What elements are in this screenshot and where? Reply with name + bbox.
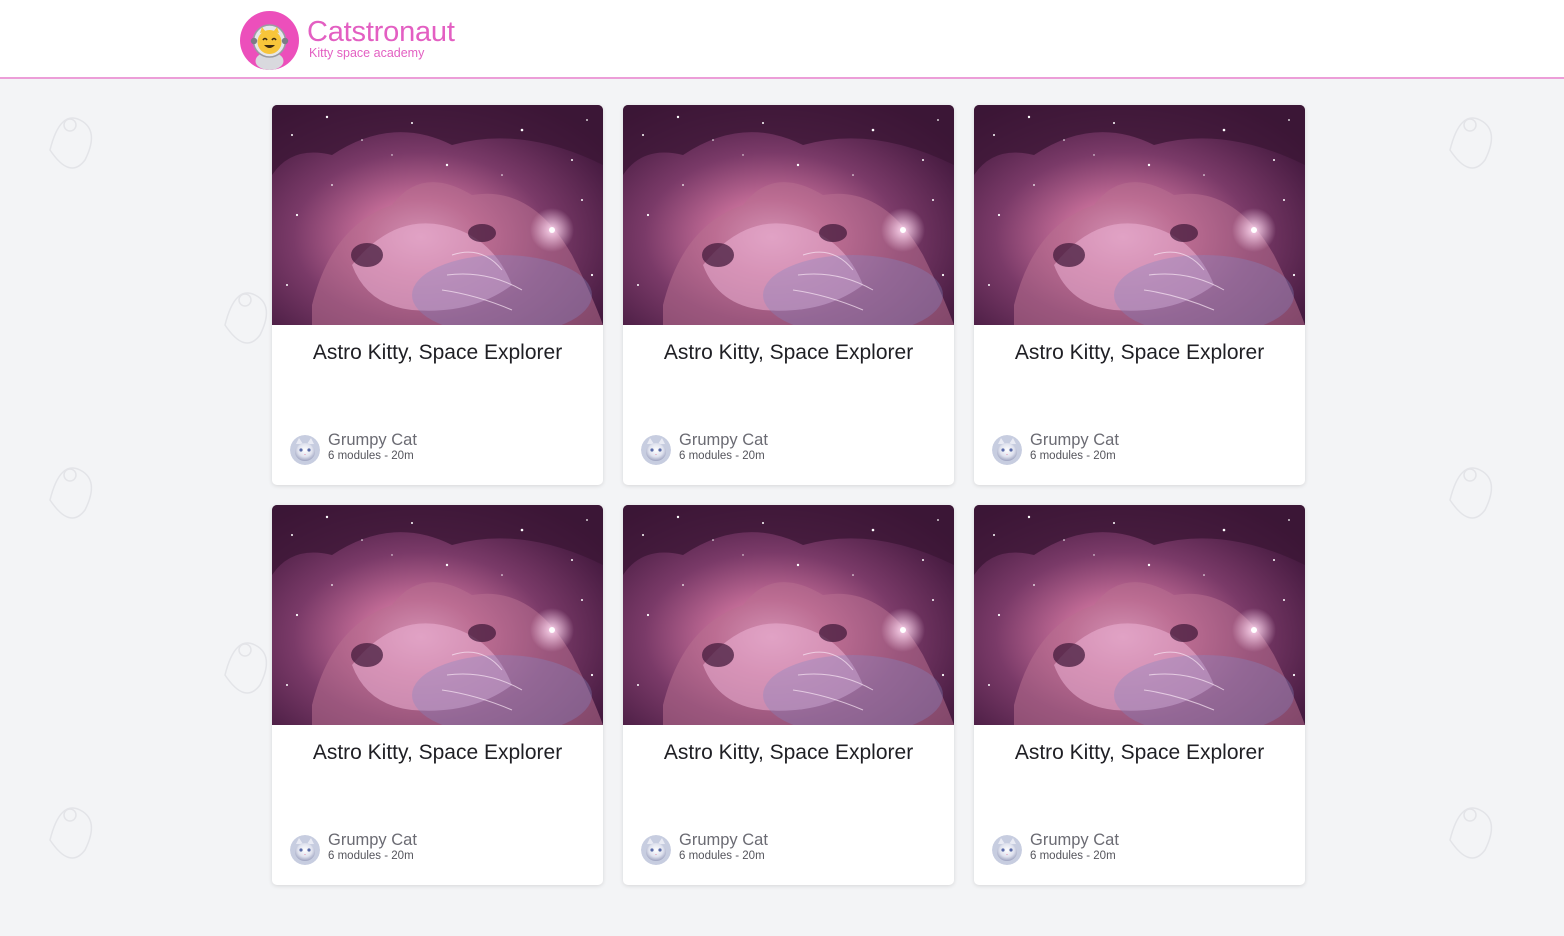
track-title: Astro Kitty, Space Explorer <box>663 341 914 364</box>
author-name: Grumpy Cat <box>679 431 768 449</box>
track-card[interactable]: Astro Kitty, Space Explorer Grumpy Cat 6… <box>623 105 954 485</box>
author-info: Grumpy Cat 6 modules - 20m <box>290 831 417 865</box>
track-thumbnail <box>272 105 603 325</box>
track-thumbnail <box>623 105 954 325</box>
track-card[interactable]: Astro Kitty, Space Explorer Grumpy Cat 6… <box>623 505 954 885</box>
track-meta: 6 modules - 20m <box>679 450 765 462</box>
author-info: Grumpy Cat 6 modules - 20m <box>992 431 1119 465</box>
author-info: Grumpy Cat 6 modules - 20m <box>641 831 768 865</box>
track-meta: 6 modules - 20m <box>1030 850 1116 862</box>
track-thumbnail <box>623 505 954 725</box>
home-link[interactable]: Catstronaut Kitty space academy <box>240 10 455 70</box>
track-meta: 6 modules - 20m <box>1030 450 1116 462</box>
author-name: Grumpy Cat <box>679 831 768 849</box>
track-card[interactable]: Astro Kitty, Space Explorer Grumpy Cat 6… <box>974 105 1305 485</box>
track-thumbnail <box>974 505 1305 725</box>
track-meta: 6 modules - 20m <box>328 450 414 462</box>
white-cat-avatar-icon <box>290 435 320 465</box>
white-cat-avatar-icon <box>992 435 1022 465</box>
track-card[interactable]: Astro Kitty, Space Explorer Grumpy Cat 6… <box>272 505 603 885</box>
white-cat-avatar-icon <box>641 835 671 865</box>
white-cat-avatar-icon <box>992 835 1022 865</box>
author-info: Grumpy Cat 6 modules - 20m <box>290 431 417 465</box>
author-info: Grumpy Cat 6 modules - 20m <box>992 831 1119 865</box>
track-title: Astro Kitty, Space Explorer <box>1014 741 1265 764</box>
author-name: Grumpy Cat <box>328 831 417 849</box>
astronaut-cat-icon <box>240 10 299 70</box>
track-thumbnail <box>272 505 603 725</box>
top-header: Catstronaut Kitty space academy <box>0 0 1564 79</box>
track-title: Astro Kitty, Space Explorer <box>1014 341 1265 364</box>
author-name: Grumpy Cat <box>328 431 417 449</box>
track-grid: Astro Kitty, Space Explorer Grumpy Cat 6… <box>272 105 1305 885</box>
app-title: Catstronaut <box>307 16 455 48</box>
white-cat-avatar-icon <box>641 435 671 465</box>
author-info: Grumpy Cat 6 modules - 20m <box>641 431 768 465</box>
track-title: Astro Kitty, Space Explorer <box>312 341 563 364</box>
track-meta: 6 modules - 20m <box>679 850 765 862</box>
track-thumbnail <box>974 105 1305 325</box>
app-subtitle: Kitty space academy <box>309 46 425 60</box>
track-meta: 6 modules - 20m <box>328 850 414 862</box>
track-title: Astro Kitty, Space Explorer <box>663 741 914 764</box>
author-name: Grumpy Cat <box>1030 431 1119 449</box>
track-card[interactable]: Astro Kitty, Space Explorer Grumpy Cat 6… <box>272 105 603 485</box>
white-cat-avatar-icon <box>290 835 320 865</box>
track-card[interactable]: Astro Kitty, Space Explorer Grumpy Cat 6… <box>974 505 1305 885</box>
track-title: Astro Kitty, Space Explorer <box>312 741 563 764</box>
author-name: Grumpy Cat <box>1030 831 1119 849</box>
